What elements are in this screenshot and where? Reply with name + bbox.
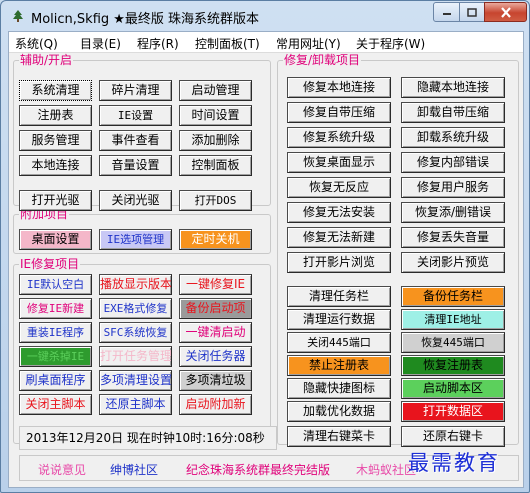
app-window: Molicn,Skfig ★最终版 珠海系统群版本 系统(Q) 目录(E) 程序… [0,0,530,493]
watermark-text: 最需教育 [408,451,500,475]
close-video-preview-button[interactable]: 关闭影片预览 [401,252,505,273]
restore-add-remove-error-button[interactable]: 恢复添/删错误 [401,202,505,223]
restore-port-445-button[interactable]: 恢复445端口 [401,332,505,353]
exe-format-fix-button[interactable]: EXE格式修复 [99,298,172,319]
title-bar[interactable]: Molicn,Skfig ★最终版 珠海系统群版本 [1,1,529,31]
fix-cannot-create-button[interactable]: 修复无法新建 [287,227,391,248]
clean-taskbar-button[interactable]: 清理任务栏 [287,286,391,307]
fix-builtin-zip-button[interactable]: 修复自带压缩 [287,102,391,123]
menu-system[interactable]: 系统(Q) [15,35,58,52]
control-panel-button[interactable]: 控制面板 [179,155,252,176]
tree-icon [11,9,25,23]
local-connection-button[interactable]: 本地连接 [19,155,92,176]
open-cdrom-button[interactable]: 打开光驱 [19,190,92,211]
clock-status: 2013年12月20日 现在时钟10时:16分:08秒 [19,426,277,450]
menu-bar: 系统(Q) 目录(E) 程序(R) 控制面板(T) 常用网址(Y) 关于程序(W… [9,32,523,53]
fix-user-service-button[interactable]: 修复用户服务 [401,177,505,198]
start-script-area-button[interactable]: 启动脚本区 [401,378,505,399]
close-main-script-button[interactable]: 关闭主脚本 [19,394,92,415]
restore-desktop-display-button[interactable]: 恢复桌面显示 [287,152,391,173]
open-data-area-button[interactable]: 打开数据区 [401,401,505,422]
ie-settings-button[interactable]: IE设置 [99,105,172,126]
menu-about[interactable]: 关于程序(W) [356,35,425,52]
fix-system-update-button[interactable]: 修复系统升级 [287,127,391,148]
restore-main-script-button[interactable]: 还原主脚本 [99,394,172,415]
close-port-445-button[interactable]: 关闭445端口 [287,332,391,353]
menu-directory[interactable]: 目录(E) [80,35,121,52]
window-title: Molicn,Skfig ★最终版 珠海系统群版本 [31,12,260,27]
restore-no-response-button[interactable]: 恢复无反应 [287,177,391,198]
mumayi-link[interactable]: 木蚂蚁社区 [356,461,416,478]
clean-ie-address-button[interactable]: 清理IE地址 [401,309,505,330]
uninstall-system-update-button[interactable]: 卸载系统升级 [401,127,505,148]
clean-startup-button[interactable]: 一键清启动 [179,322,252,343]
assist-group-label: 辅助/开启 [20,53,73,67]
fix-ie-new-button[interactable]: 修复IE新建 [19,298,92,319]
one-click-fix-ie-button[interactable]: 一键修复IE [179,274,252,295]
ie-default-blank-button[interactable]: IE默认空白 [19,274,92,295]
system-clean-button[interactable]: 系统清理 [19,80,92,101]
add-remove-button[interactable]: 添加删除 [179,130,252,151]
fix-internal-error-button[interactable]: 修复内部错误 [401,152,505,173]
play-version-button[interactable]: 播放显示版本 [99,274,172,295]
event-viewer-button[interactable]: 事件查看 [99,130,172,151]
registry-button[interactable]: 注册表 [19,105,92,126]
disable-registry-button[interactable]: 禁止注册表 [287,355,391,376]
open-task-manager-button[interactable]: 打开任务管理 [99,346,172,367]
close-task-manager-button[interactable]: 关闭任务器 [179,346,252,367]
multi-clean-settings-button[interactable]: 多项清理设置 [99,370,172,391]
minimize-button[interactable] [433,2,460,22]
open-video-browse-button[interactable]: 打开影片浏览 [287,252,391,273]
defrag-button[interactable]: 碎片清理 [99,80,172,101]
clean-context-menu-button[interactable]: 清理右键菜卡 [287,426,391,447]
ie-group-label: IE修复项目 [20,257,80,271]
main-panel: 辅助/开启 附加项目 IE修复项目 修复/卸载项目 系统清理 碎片清理 启动管理… [9,53,523,487]
uninstall-builtin-zip-button[interactable]: 卸载自带压缩 [401,102,505,123]
close-cdrom-button[interactable]: 关闭光驱 [99,190,172,211]
fix-cannot-install-button[interactable]: 修复无法安装 [287,202,391,223]
open-dos-button[interactable]: 打开DOS [179,190,252,211]
reinstall-ie-button[interactable]: 重装IE程序 [19,322,92,343]
startup-manager-button[interactable]: 启动管理 [179,80,252,101]
client-area: 系统(Q) 目录(E) 程序(R) 控制面板(T) 常用网址(Y) 关于程序(W… [8,31,524,488]
multi-clean-junk-button[interactable]: 多项清垃圾 [179,370,252,391]
hide-shortcut-icons-button[interactable]: 隐藏快捷图标 [287,378,391,399]
close-button[interactable] [484,2,527,22]
time-settings-button[interactable]: 时间设置 [179,105,252,126]
menu-control-panel[interactable]: 控制面板(T) [195,35,260,52]
restore-context-menu-button[interactable]: 还原右键卡 [401,426,505,447]
feedback-link[interactable]: 说说意见 [38,461,86,478]
community-link[interactable]: 绅博社区 [110,461,158,478]
volume-settings-button[interactable]: 音量设置 [99,155,172,176]
memorial-link[interactable]: 纪念珠海系统群最终完结版 [186,461,330,478]
service-manager-button[interactable]: 服务管理 [19,130,92,151]
sfc-restore-button[interactable]: SFC系统恢复 [99,322,172,343]
clean-run-data-button[interactable]: 清理运行数据 [287,309,391,330]
kill-ie-button[interactable]: 一键杀掉IE [19,346,92,367]
hide-local-connection-button[interactable]: 隐藏本地连接 [401,77,505,98]
backup-taskbar-button[interactable]: 备份任务栏 [401,286,505,307]
start-extra-button[interactable]: 启动附加新 [179,394,252,415]
close-icon [500,6,511,18]
backup-startup-button[interactable]: 备份启动项 [179,298,252,319]
ie-options-button[interactable]: IE选项管理 [99,229,172,250]
menu-common-sites[interactable]: 常用网址(Y) [276,35,341,52]
restore-registry-button[interactable]: 恢复注册表 [401,355,505,376]
maximize-button[interactable] [459,2,485,22]
scheduled-shutdown-button[interactable]: 定时关机 [179,229,252,250]
menu-program[interactable]: 程序(R) [137,35,179,52]
repair-group-label: 修复/卸载项目 [284,53,361,67]
load-optimize-data-button[interactable]: 加载优化数据 [287,401,391,422]
desktop-settings-button[interactable]: 桌面设置 [19,229,92,250]
fix-local-connection-button[interactable]: 修复本地连接 [287,77,391,98]
refresh-desktop-button[interactable]: 刷桌面程序 [19,370,92,391]
fix-lost-volume-button[interactable]: 修复丢失音量 [401,227,505,248]
